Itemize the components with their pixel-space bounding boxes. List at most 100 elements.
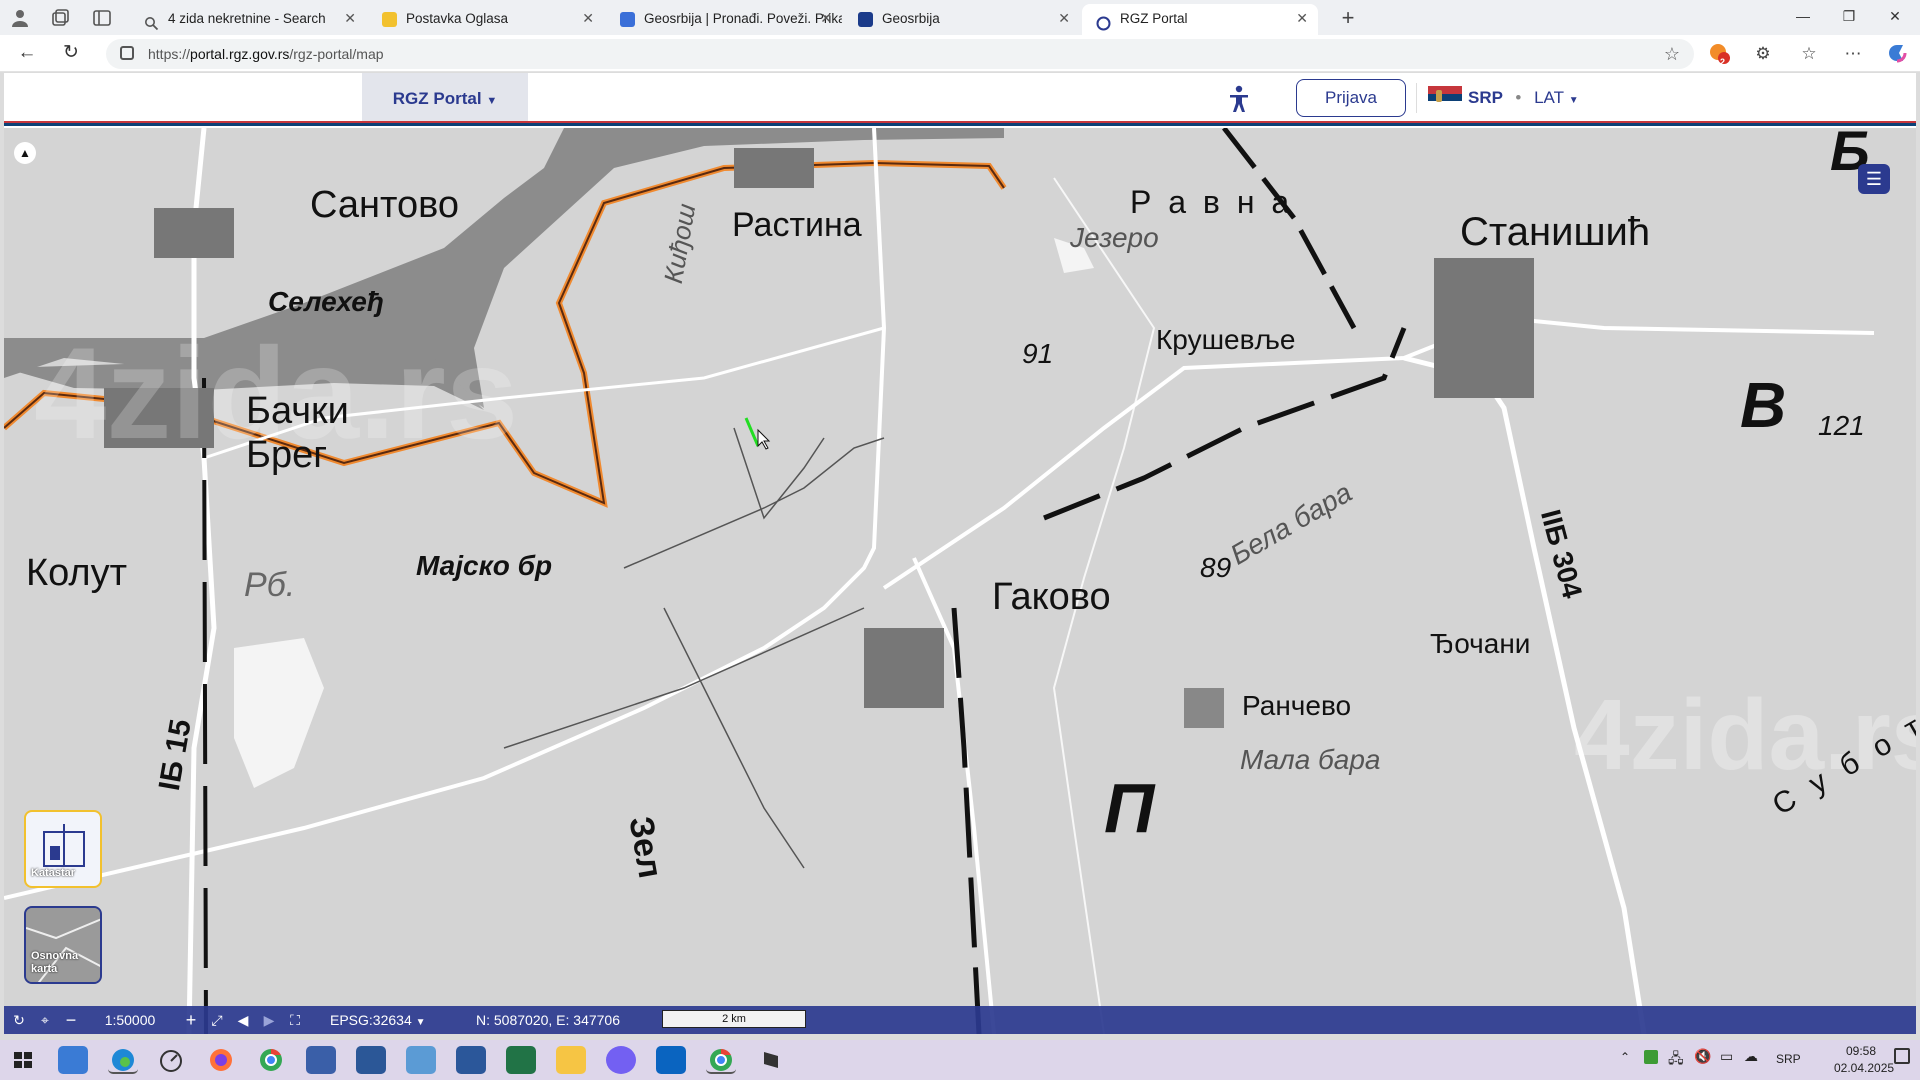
map-label-breg: Брег <box>246 434 328 476</box>
zoom-in-icon[interactable]: + <box>180 1006 202 1034</box>
tab-title: 4 zida nekretnine - Search <box>168 11 326 26</box>
speedometer-app-icon[interactable] <box>156 1046 186 1074</box>
next-extent-icon[interactable]: ▶ <box>258 1006 280 1034</box>
accessibility-icon[interactable] <box>1228 85 1250 113</box>
map-label-djocani: Ђочани <box>1430 628 1531 659</box>
rgz-portal-label: RGZ Portal <box>392 89 482 108</box>
site-favicon-icon <box>620 12 635 27</box>
tab-title: RGZ Portal <box>1120 11 1188 26</box>
profile-icon[interactable] <box>8 6 32 30</box>
app-icon[interactable] <box>306 1046 336 1074</box>
favorite-star-icon[interactable]: ☆ <box>1664 39 1680 69</box>
language-switcher[interactable]: SRP • LAT ▼ <box>1468 85 1579 114</box>
minimize-icon[interactable]: — <box>1780 0 1826 35</box>
close-window-icon[interactable]: ✕ <box>1872 0 1918 35</box>
chrome-icon[interactable] <box>256 1046 286 1074</box>
url-field[interactable]: https://portal.rgz.gov.rs/rgz-portal/map… <box>106 39 1694 69</box>
close-tab-icon[interactable]: ✕ <box>1058 4 1070 33</box>
map-canvas[interactable]: 4zida.rs 4zida.rs Сантово Растина Киђош … <box>4 128 1916 1034</box>
outlook-icon[interactable] <box>656 1046 686 1074</box>
onedrive-icon[interactable]: ☁ <box>1744 1048 1758 1065</box>
excel-icon[interactable] <box>506 1046 536 1074</box>
notifications-icon[interactable] <box>1894 1048 1910 1064</box>
previous-extent-icon[interactable]: ◀ <box>232 1006 254 1034</box>
parcel-line <box>503 607 865 749</box>
app-icon[interactable] <box>756 1046 786 1074</box>
word-icon[interactable] <box>456 1046 486 1074</box>
settlement-area <box>864 628 944 708</box>
chrome-icon[interactable] <box>706 1046 736 1074</box>
zoom-out-icon[interactable]: − <box>60 1006 82 1034</box>
edge-browser-icon[interactable] <box>108 1046 138 1074</box>
menu-dots-icon[interactable]: ⋯ <box>1840 41 1866 67</box>
rgz-portal-menu[interactable]: RGZ Portal ▼ <box>362 73 528 125</box>
basemap-osnovna-karta[interactable]: Osnovna karta <box>24 906 102 984</box>
tab-postavka-oglasa[interactable]: Postavka Oglasa ✕ <box>368 4 604 35</box>
tab-geosrbija-search[interactable]: Geosrbija | Pronađi. Poveži. Prikaž ✕ <box>606 4 842 35</box>
firefox-icon[interactable] <box>206 1046 236 1074</box>
map-label-region: В <box>1740 369 1787 441</box>
settlement-area <box>1184 688 1224 728</box>
tray-chevron-icon[interactable]: ⌃ <box>1620 1050 1630 1064</box>
address-bar: ← ↻ https://portal.rgz.gov.rs/rgz-portal… <box>0 35 1920 72</box>
favorites-icon[interactable]: ☆ <box>1796 41 1822 67</box>
close-tab-icon[interactable]: ✕ <box>1296 4 1308 33</box>
windows-start-icon[interactable] <box>8 1046 38 1074</box>
serbian-flag-icon[interactable] <box>1428 86 1462 109</box>
clock[interactable]: 09:58 02.04.2025 <box>1834 1043 1894 1077</box>
map-label-gakovo: Гаково <box>992 576 1111 618</box>
tab-actions-icon[interactable] <box>90 6 114 30</box>
copilot-app-icon[interactable] <box>58 1046 88 1074</box>
map-label-krusevlje: Крушевље <box>1156 324 1296 355</box>
layers-menu-icon[interactable]: ☰ <box>1858 164 1890 194</box>
save-app-icon[interactable] <box>356 1046 386 1074</box>
tab-geosrbija[interactable]: Geosrbija ✕ <box>844 4 1080 35</box>
url-host: portal.rgz.gov.rs <box>190 46 290 62</box>
extensions-icon[interactable]: ⚙ <box>1750 41 1776 67</box>
tray-app-icon[interactable] <box>1644 1050 1658 1064</box>
extension-badge-icon[interactable]: 2 <box>1706 41 1732 67</box>
projection-select[interactable]: EPSG:32634 ▼ <box>330 1006 440 1034</box>
fullscreen-icon[interactable]: ⛶ <box>284 1006 306 1034</box>
refresh-icon[interactable]: ↻ <box>58 41 84 67</box>
network-icon[interactable]: 🖧 <box>1668 1048 1684 1072</box>
railway-line <box>1043 327 1407 521</box>
map-label-jezero: Језеро <box>1070 222 1159 253</box>
caret-down-icon: ▼ <box>486 95 498 107</box>
file-explorer-icon[interactable] <box>556 1046 586 1074</box>
back-icon[interactable]: ← <box>14 41 40 67</box>
full-extent-icon[interactable]: ⤢ <box>206 1006 228 1034</box>
basemap-label: Katastar <box>31 867 76 879</box>
tab-search[interactable]: 4 zida nekretnine - Search ✕ <box>130 4 366 35</box>
parcel-line <box>733 427 825 520</box>
basemap-katastar[interactable]: Katastar <box>24 810 102 888</box>
restore-icon[interactable]: ❐ <box>1826 0 1872 35</box>
map-label-rastina: Растина <box>732 206 862 244</box>
login-button[interactable]: Prijava <box>1296 79 1406 117</box>
close-tab-icon[interactable]: ✕ <box>344 4 356 33</box>
scale-select[interactable]: 1:50000 <box>86 1006 174 1034</box>
road-line <box>1503 316 1875 335</box>
refresh-map-icon[interactable]: ↻ <box>8 1006 30 1034</box>
site-favicon-icon <box>858 12 873 27</box>
tab-title: Postavka Oglasa <box>406 11 509 26</box>
coordinates-readout: N: 5087020, E: 347706 <box>476 1012 621 1028</box>
calculator-icon[interactable] <box>406 1046 436 1074</box>
close-tab-icon[interactable]: ✕ <box>582 4 594 33</box>
settlement-area <box>154 208 234 258</box>
map-label-elevation: 91 <box>1022 338 1054 369</box>
volume-muted-icon[interactable]: 🔇 <box>1694 1048 1711 1065</box>
viber-icon[interactable] <box>606 1046 636 1074</box>
workspaces-icon[interactable] <box>48 6 72 30</box>
settlement-area <box>734 148 814 188</box>
north-arrow-icon[interactable]: ▲ <box>14 142 36 164</box>
tab-rgz-portal[interactable]: RGZ Portal ✕ <box>1082 4 1318 35</box>
map-label-kolut: Колут <box>26 552 128 594</box>
display-icon[interactable]: ▭ <box>1720 1048 1733 1065</box>
new-tab-icon[interactable]: + <box>1336 6 1360 30</box>
locate-icon[interactable]: ⌖ <box>34 1006 56 1034</box>
copilot-icon[interactable] <box>1884 41 1910 67</box>
input-language[interactable]: SRP <box>1776 1052 1801 1066</box>
close-tab-icon[interactable]: ✕ <box>820 4 832 33</box>
map-label-majsko: Мајско бр <box>416 550 553 581</box>
